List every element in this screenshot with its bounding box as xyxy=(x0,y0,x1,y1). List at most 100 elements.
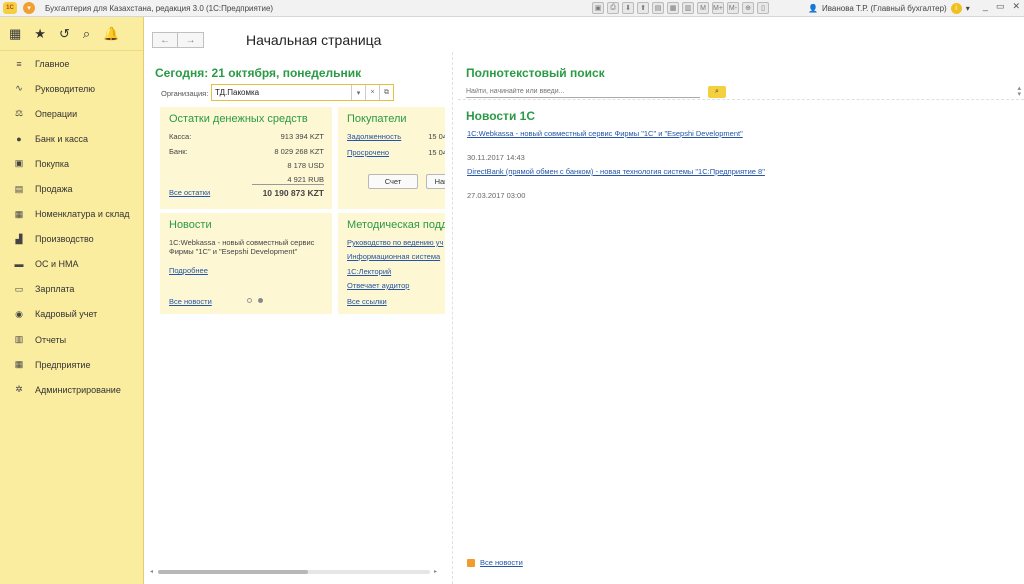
user-name: Иванова Т.Р. (Главный бухгалтер) xyxy=(821,4,947,13)
separator xyxy=(458,99,1024,100)
more-link[interactable]: Подробнее xyxy=(169,266,208,275)
sidebar-item-label: Производство xyxy=(35,234,94,245)
scroll-arrows-icon[interactable]: ▴ ▾ xyxy=(1017,85,1021,98)
main-menu-icon[interactable]: ▾ xyxy=(23,2,35,14)
support-link[interactable]: 1С:Лекторий xyxy=(347,267,391,276)
sidebar-item-assets[interactable]: ▬ ОС и НМА xyxy=(0,252,143,277)
pane-divider xyxy=(452,52,453,584)
forward-button[interactable]: → xyxy=(178,32,204,48)
factory-icon: ▟ xyxy=(15,233,23,244)
org-field[interactable]: ▾ × ⧉ xyxy=(211,84,394,101)
sidebar-item-bank[interactable]: ● Банк и касса xyxy=(0,126,143,151)
all-news-footer-link[interactable]: Все новости xyxy=(480,558,523,567)
news-item-link[interactable]: DirectBank (прямой обмен с банком) - нов… xyxy=(467,167,765,176)
news-card: Новости 1С:Webkassa - новый совместный с… xyxy=(160,213,332,314)
sidebar-top-icons: ▦ ★ ↺ ⌕ 🔔 xyxy=(0,17,143,51)
sidebar-item-enterprise[interactable]: ▦ Предприятие xyxy=(0,352,143,377)
tool-icon[interactable]: ▣ xyxy=(592,2,604,14)
sidebar-item-label: Продажа xyxy=(35,184,73,195)
all-functions-icon[interactable]: ▦ xyxy=(9,26,21,42)
history-icon[interactable]: ↺ xyxy=(59,26,70,42)
memory-minus-icon[interactable]: M- xyxy=(727,2,739,14)
sidebar-item-sales[interactable]: ▤ Продажа xyxy=(0,176,143,201)
bank-row: Банк: 8 029 268 KZT xyxy=(169,147,324,156)
download-icon[interactable]: ⬇ xyxy=(622,2,634,14)
debt-link[interactable]: Задолженность xyxy=(347,132,401,141)
all-news-link[interactable]: Все новости xyxy=(169,297,212,306)
row-value: 8 029 268 KZT xyxy=(274,147,324,156)
waybill-button[interactable]: Нак xyxy=(426,174,445,189)
bell-icon[interactable]: 🔔 xyxy=(103,26,119,42)
current-user[interactable]: 👤 Иванова Т.Р. (Главный бухгалтер) i ▾ xyxy=(808,3,970,14)
sidebar-item-operations[interactable]: ⚖ Операции xyxy=(0,101,143,126)
sidebar-item-admin[interactable]: ✲ Администрирование xyxy=(0,377,143,402)
upload-icon[interactable]: ⬆ xyxy=(637,2,649,14)
chevron-down-icon[interactable]: ▾ xyxy=(966,4,970,13)
row-value: 15 04 xyxy=(428,132,445,141)
invoice-button[interactable]: Счет xyxy=(368,174,418,189)
overdue-link[interactable]: Просрочено xyxy=(347,148,389,157)
sidebar-item-warehouse[interactable]: ▦ Номенклатура и склад xyxy=(0,202,143,227)
carousel-dot-active[interactable] xyxy=(258,298,263,303)
grid-icon: ▦ xyxy=(14,208,24,219)
carousel-dot[interactable] xyxy=(247,298,252,303)
cash-row: Касса: 913 394 KZT xyxy=(169,132,324,141)
scroll-thumb[interactable] xyxy=(158,570,308,574)
support-link[interactable]: Руководство по ведению уч xyxy=(347,238,443,247)
org-input[interactable] xyxy=(212,88,351,97)
rss-icon xyxy=(467,558,475,567)
minimize-icon[interactable]: _ xyxy=(983,1,988,12)
bag-icon: ▤ xyxy=(14,183,24,194)
right-pane: Полнотекстовый поиск ⌕ Новости 1С 1С:Web… xyxy=(458,58,1024,584)
horizontal-scrollbar[interactable]: ◂ ▸ xyxy=(148,568,442,576)
sidebar-item-purchase[interactable]: ▣ Покупка xyxy=(0,151,143,176)
row-value: 8 178 USD xyxy=(287,161,324,170)
dropdown-icon[interactable]: ▾ xyxy=(351,85,365,100)
scroll-left-icon[interactable]: ◂ xyxy=(150,568,153,575)
calculator-icon[interactable]: ▦ xyxy=(667,2,679,14)
open-icon[interactable]: ⧉ xyxy=(379,85,393,100)
zoom-icon[interactable]: ⊕ xyxy=(742,2,754,14)
buyers-card-title: Покупатели xyxy=(347,113,407,125)
favorites-icon[interactable]: ★ xyxy=(34,26,46,42)
sidebar-item-label: Кадровый учет xyxy=(35,309,98,320)
sidebar-item-label: Предприятие xyxy=(35,359,91,370)
title-bar: 1С ▾ Бухгалтерия для Казахстана, редакци… xyxy=(0,0,1024,17)
sidebar-item-reports[interactable]: ▥ Отчеты xyxy=(0,327,143,352)
scales-icon: ⚖ xyxy=(14,108,24,119)
news-item-link[interactable]: 1С:Webkassa - новый совместный сервис Фи… xyxy=(467,129,743,138)
all-balances-link[interactable]: Все остатки xyxy=(169,188,210,198)
support-link[interactable]: Отвечает аудитор xyxy=(347,281,409,290)
clear-icon[interactable]: × xyxy=(365,85,379,100)
calendar-icon[interactable]: ▤ xyxy=(652,2,664,14)
search-button[interactable]: ⌕ xyxy=(708,86,726,98)
print-icon[interactable]: ⎙ xyxy=(607,2,619,14)
sidebar-item-label: ОС и НМА xyxy=(35,259,79,270)
usd-row: 8 178 USD xyxy=(169,161,324,170)
sidebar-item-manager[interactable]: ∿ Руководителю xyxy=(0,76,143,101)
cash-balance-card: Остатки денежных средств Касса: 913 394 K… xyxy=(160,107,332,209)
window-controls: _ ▭ ✕ xyxy=(983,1,1020,12)
close-icon[interactable]: ✕ xyxy=(1012,1,1020,12)
all-links-link[interactable]: Все ссылки xyxy=(347,297,387,306)
scroll-right-icon[interactable]: ▸ xyxy=(434,568,437,575)
sidebar-item-production[interactable]: ▟ Производство xyxy=(0,227,143,252)
news-date: 30.11.2017 14:43 xyxy=(467,153,525,162)
sidebar-item-hr[interactable]: ◉ Кадровый учет xyxy=(0,302,143,327)
search-icon: ⌕ xyxy=(715,88,719,95)
overdue-row: Просрочено 15 04 xyxy=(347,148,445,157)
sidebar-item-salary[interactable]: ▭ Зарплата xyxy=(0,277,143,302)
info-icon[interactable]: i xyxy=(950,3,962,14)
sidebar-item-label: Покупка xyxy=(35,158,70,169)
sidebar-item-label: Зарплата xyxy=(35,284,75,295)
memory-plus-icon[interactable]: M+ xyxy=(712,2,724,14)
support-link[interactable]: Информационная система xyxy=(347,252,440,261)
sidebar-item-main[interactable]: ≡ Главное xyxy=(0,51,143,76)
table-icon[interactable]: ▥ xyxy=(682,2,694,14)
panel-icon[interactable]: ▯ xyxy=(757,2,769,14)
fulltext-search-input[interactable] xyxy=(466,86,700,98)
back-button[interactable]: ← xyxy=(152,32,178,48)
memory-icon[interactable]: M xyxy=(697,2,709,14)
search-icon[interactable]: ⌕ xyxy=(83,26,90,42)
maximize-icon[interactable]: ▭ xyxy=(996,1,1005,12)
